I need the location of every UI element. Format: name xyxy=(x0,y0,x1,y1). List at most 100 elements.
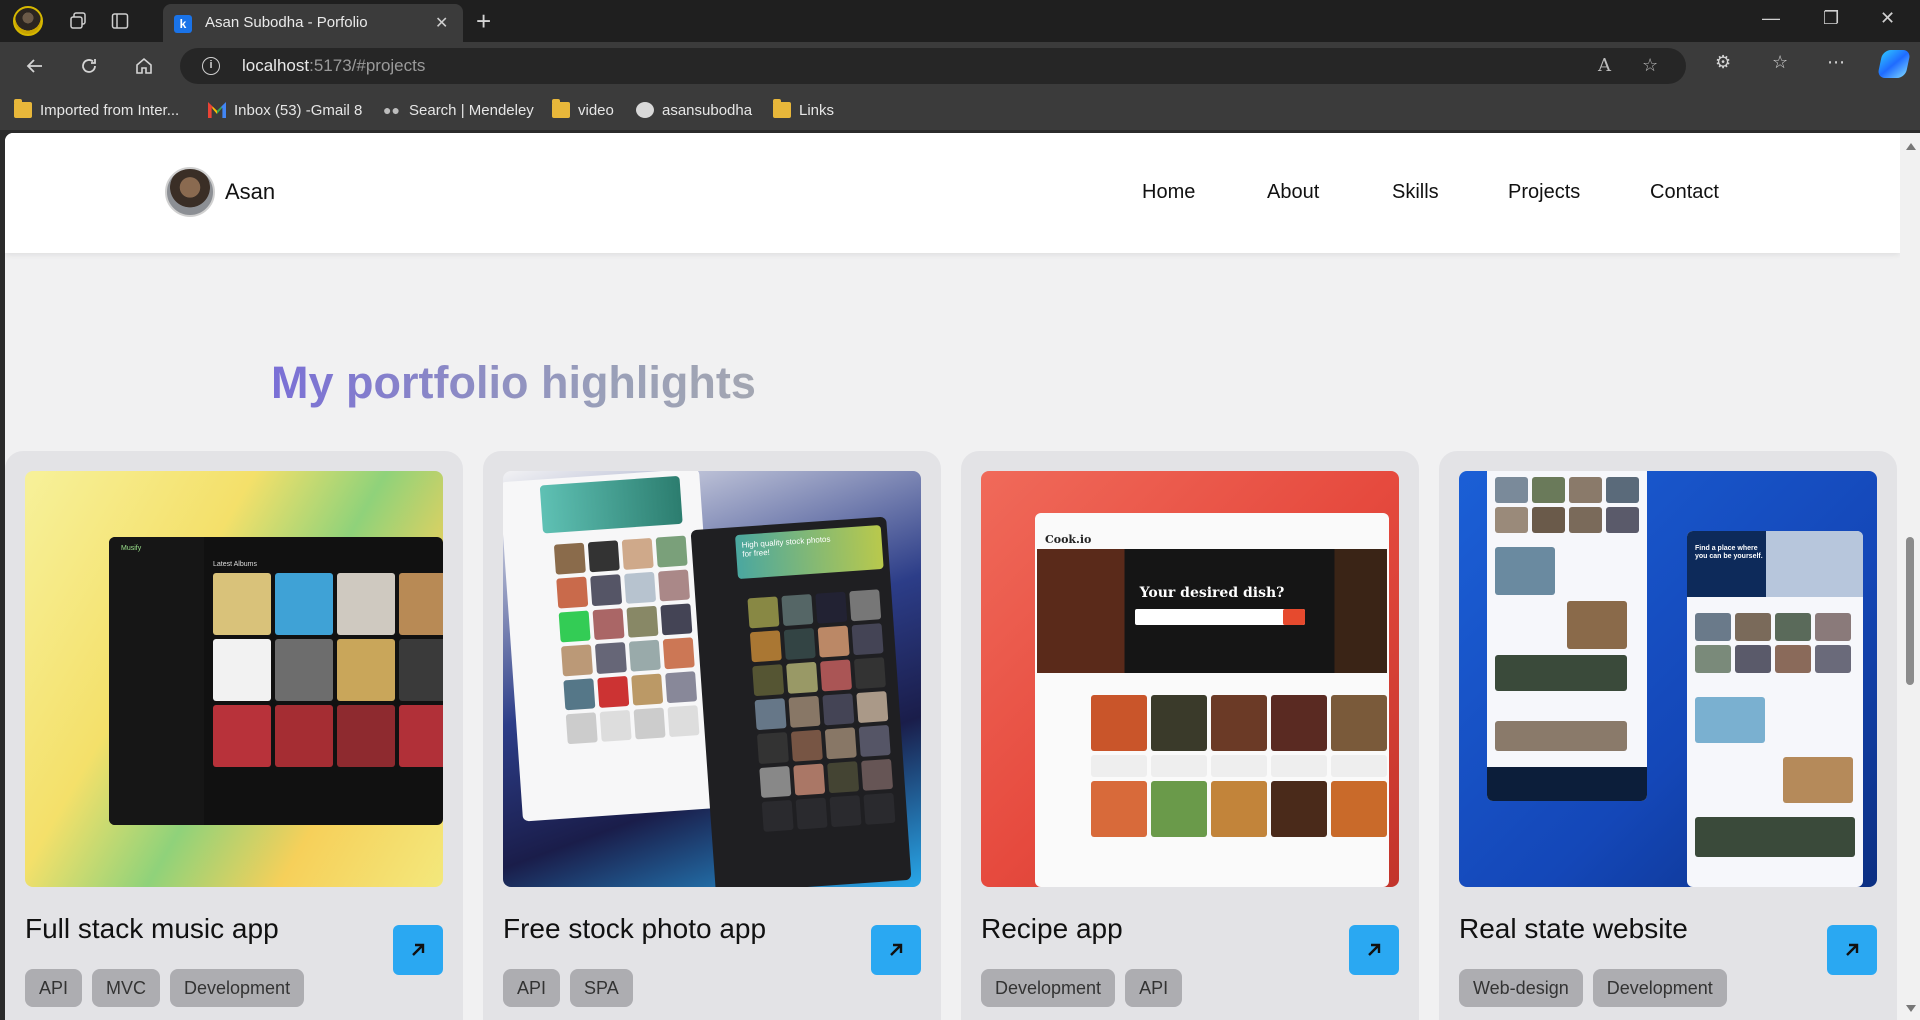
more-menu-icon[interactable]: ⋯ xyxy=(1827,52,1845,73)
music-app-heading: Latest Albums xyxy=(213,561,257,568)
bookmark-github[interactable]: asansubodha xyxy=(636,100,752,120)
project-title: Recipe app xyxy=(981,913,1123,944)
favorites-icon[interactable]: ☆ xyxy=(1772,52,1788,73)
tag: Development xyxy=(981,969,1116,1007)
bookmark-imported[interactable]: Imported from Inter... xyxy=(14,99,180,120)
url-text: localhost:5173/#projects xyxy=(242,56,425,76)
recipe-app-logo: Cook.io xyxy=(1045,533,1092,546)
bookmark-label: Search | Mendeley xyxy=(409,101,534,119)
url-host: localhost xyxy=(242,56,310,75)
tag-list: Web-design Development xyxy=(1459,969,1727,1007)
tag-list: API SPA xyxy=(503,969,633,1007)
project-title: Full stack music app xyxy=(25,913,279,944)
vertical-tabs-icon[interactable] xyxy=(106,8,134,34)
mendeley-icon: ●● xyxy=(383,102,400,118)
page-viewport: Asan Home About Skills Projects Contact … xyxy=(5,133,1900,1020)
scroll-up-icon[interactable] xyxy=(1906,143,1916,150)
site-info-icon[interactable]: i xyxy=(202,57,220,75)
scrollbar-thumb[interactable] xyxy=(1906,537,1914,685)
nav-home[interactable]: Home xyxy=(1142,181,1195,204)
folder-icon xyxy=(773,99,791,118)
profile-avatar-icon[interactable] xyxy=(13,6,43,36)
refresh-icon[interactable] xyxy=(75,52,103,80)
music-app-logo: Musify xyxy=(121,545,142,552)
open-project-button[interactable] xyxy=(393,925,443,975)
project-thumbnail[interactable]: Musify Latest Albums xyxy=(25,471,443,887)
url-path: :5173/#projects xyxy=(309,56,426,75)
minimize-icon[interactable]: — xyxy=(1762,8,1780,29)
arrow-up-right-icon xyxy=(1368,943,1381,956)
home-icon[interactable] xyxy=(130,52,158,80)
site-header: Asan Home About Skills Projects Contact xyxy=(5,133,1900,253)
nav-skills[interactable]: Skills xyxy=(1392,181,1439,204)
bookmark-label: asansubodha xyxy=(662,101,753,119)
tag: API xyxy=(25,969,83,1007)
project-card: Musify Latest Albums Full stack music ap… xyxy=(5,451,463,1020)
bookmark-label: Inbox (53) -Gmail 8 xyxy=(234,101,363,119)
project-thumbnail[interactable]: Cook.io Your desired dish? xyxy=(981,471,1399,887)
project-card: Find a place where you can be yourself. … xyxy=(1439,451,1897,1020)
tab-title: Asan Subodha - Porfolio xyxy=(205,14,368,31)
tag: Development xyxy=(1592,969,1727,1007)
copilot-icon[interactable] xyxy=(1877,50,1911,78)
open-project-button[interactable] xyxy=(871,925,921,975)
bookmark-label: video xyxy=(578,101,614,119)
scroll-down-icon[interactable] xyxy=(1906,1005,1916,1012)
close-window-icon[interactable]: ✕ xyxy=(1880,8,1895,29)
estate-site-hero-mockup: Find a place where you can be yourself. xyxy=(1687,531,1863,887)
project-title: Real state website xyxy=(1459,913,1688,944)
project-thumbnail[interactable]: Find a place where you can be yourself. xyxy=(1459,471,1877,887)
brand-name: Asan xyxy=(225,179,276,204)
close-tab-icon[interactable]: ✕ xyxy=(435,13,448,33)
bookmark-label: Imported from Inter... xyxy=(40,101,180,119)
estate-site-page-mockup xyxy=(1487,471,1647,801)
tag: API xyxy=(503,969,561,1007)
extensions-icon[interactable]: ⚙ xyxy=(1715,52,1731,73)
tag: API xyxy=(1125,969,1183,1007)
open-project-button[interactable] xyxy=(1827,925,1877,975)
restore-icon[interactable]: ❐ xyxy=(1823,8,1839,29)
estate-site-heading: Find a place where you can be yourself. xyxy=(1695,545,1763,560)
favorite-star-icon[interactable]: ☆ xyxy=(1642,55,1658,76)
tag-list: API MVC Development xyxy=(25,969,305,1007)
back-icon[interactable] xyxy=(21,52,49,80)
project-card: High quality stock photos for free! Free… xyxy=(483,451,941,1020)
workspaces-icon[interactable] xyxy=(64,8,92,34)
photo-app-dark-mockup: High quality stock photos for free! xyxy=(690,516,912,887)
address-toolbar: i localhost:5173/#projects A ☆ ⚙ ☆ ⋯ xyxy=(0,42,1920,90)
tag: MVC xyxy=(92,969,161,1007)
page-scrollbar[interactable] xyxy=(1900,133,1920,1020)
photo-app-light-mockup xyxy=(503,471,723,822)
bookmark-links[interactable]: Links xyxy=(773,99,835,120)
music-app-mockup: Musify Latest Albums xyxy=(109,537,443,825)
bookmark-label: Links xyxy=(799,101,835,119)
open-project-button[interactable] xyxy=(1349,925,1399,975)
brand[interactable]: Asan xyxy=(165,167,275,217)
site-favicon-icon: k xyxy=(174,15,192,33)
tag: Web-design xyxy=(1459,969,1583,1007)
tag-list: Development API xyxy=(981,969,1183,1007)
section-title: My portfolio highlights xyxy=(271,357,756,408)
gmail-icon xyxy=(208,102,226,118)
folder-icon xyxy=(14,99,32,118)
tab-bar: k Asan Subodha - Porfolio ✕ + — ❐ ✕ xyxy=(0,0,1920,42)
recipe-app-mockup: Cook.io Your desired dish? xyxy=(1035,513,1389,887)
nav-projects[interactable]: Projects xyxy=(1508,181,1580,204)
avatar xyxy=(165,167,215,217)
bookmark-mendeley[interactable]: ●● Search | Mendeley xyxy=(383,100,534,120)
active-tab[interactable]: k Asan Subodha - Porfolio ✕ xyxy=(163,4,463,42)
arrow-up-right-icon xyxy=(412,943,425,956)
github-icon xyxy=(636,102,654,118)
new-tab-icon[interactable]: + xyxy=(476,6,491,37)
address-bar[interactable]: i localhost:5173/#projects A ☆ xyxy=(180,48,1686,84)
bookmark-video[interactable]: video xyxy=(552,99,614,120)
project-card: Cook.io Your desired dish? Recipe app De… xyxy=(961,451,1419,1020)
read-aloud-icon[interactable]: A xyxy=(1598,55,1611,76)
nav-about[interactable]: About xyxy=(1267,181,1319,204)
bookmarks-bar: Imported from Inter... Inbox (53) -Gmail… xyxy=(0,90,1920,130)
arrow-up-right-icon xyxy=(890,943,903,956)
project-title: Free stock photo app xyxy=(503,913,767,944)
nav-contact[interactable]: Contact xyxy=(1650,181,1719,204)
project-thumbnail[interactable]: High quality stock photos for free! xyxy=(503,471,921,887)
bookmark-gmail[interactable]: Inbox (53) -Gmail 8 xyxy=(208,100,362,120)
